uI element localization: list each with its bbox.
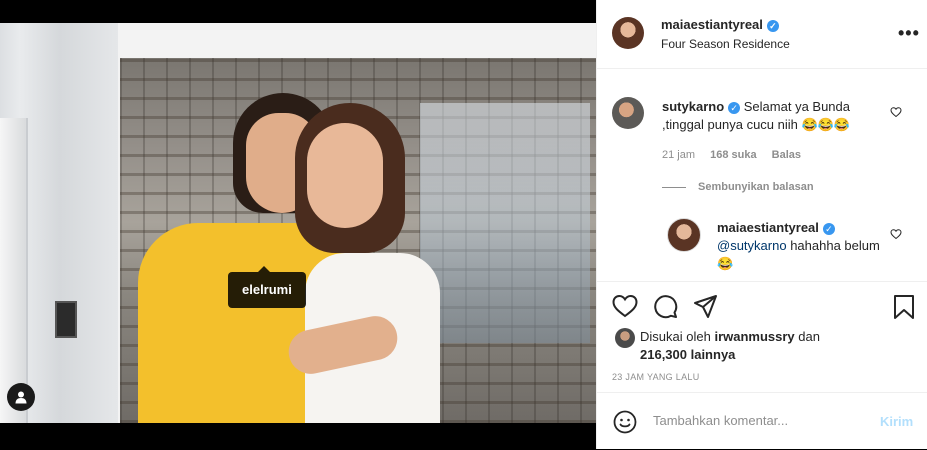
- post-sidebar: maiaestiantyreal ✓ Four Season Residence …: [596, 0, 927, 449]
- post-comment-button[interactable]: Kirim: [880, 414, 913, 429]
- liker-username[interactable]: irwanmussry: [714, 329, 794, 344]
- like-comment-heart-icon[interactable]: [890, 105, 902, 123]
- add-comment-bar: Kirim: [597, 392, 927, 450]
- door: [0, 118, 28, 423]
- commenter-avatar[interactable]: [612, 97, 644, 129]
- user-tag-label[interactable]: elelrumi: [228, 266, 306, 308]
- post-photo[interactable]: [0, 23, 596, 423]
- post-timestamp[interactable]: 23 JAM YANG LALU: [612, 372, 700, 382]
- comment-meta: 21 jam 168 suka Balas: [662, 149, 813, 161]
- person-woman: [285, 103, 445, 423]
- light-switch: [55, 301, 77, 338]
- emoji-smiley-icon[interactable]: [613, 410, 637, 439]
- likes-summary: Disukai oleh irwanmussry dan 216,300 lai…: [640, 328, 820, 364]
- liker-avatar[interactable]: [615, 328, 635, 348]
- author-avatar[interactable]: [612, 17, 644, 49]
- comment: sutykarno ✓ Selamat ya Bunda ,tinggal pun…: [662, 98, 877, 134]
- more-options-icon[interactable]: •••: [898, 24, 920, 42]
- comment-time[interactable]: 21 jam: [662, 149, 695, 161]
- user-icon: [15, 391, 27, 404]
- comments-section: sutykarno ✓ Selamat ya Bunda ,tinggal pun…: [597, 69, 927, 281]
- reply-author-avatar[interactable]: [667, 218, 701, 252]
- hide-replies-button[interactable]: Sembunyikan balasan: [662, 181, 814, 193]
- reply-author-username[interactable]: maiaestiantyreal: [717, 220, 819, 235]
- comment-input[interactable]: [653, 413, 863, 428]
- save-bookmark-icon[interactable]: [893, 294, 915, 325]
- post-location[interactable]: Four Season Residence: [661, 37, 790, 51]
- author-username[interactable]: maiaestiantyreal ✓: [661, 17, 779, 32]
- window-reflection: [420, 103, 590, 343]
- post-actions: Disukai oleh irwanmussry dan 216,300 lai…: [597, 281, 927, 402]
- likes-prefix: Disukai oleh: [640, 329, 711, 344]
- comment-bubble-icon[interactable]: [653, 294, 678, 324]
- share-paper-plane-icon[interactable]: [693, 294, 718, 324]
- verified-badge-icon: ✓: [766, 19, 779, 32]
- reply-mention[interactable]: @sutykarno: [717, 238, 787, 253]
- commenter-username[interactable]: sutykarno: [662, 99, 724, 114]
- like-heart-icon[interactable]: [612, 294, 638, 323]
- reply-button[interactable]: Balas: [772, 149, 801, 161]
- verified-badge-icon: ✓: [728, 101, 741, 114]
- post-photo-pane: elelrumi: [0, 0, 596, 449]
- post-header: maiaestiantyreal ✓ Four Season Residence …: [597, 0, 927, 69]
- user-tags-button[interactable]: [7, 383, 35, 411]
- likes-and: dan: [798, 329, 820, 344]
- likes-count[interactable]: 216,300 lainnya: [640, 347, 735, 362]
- reply-comment: maiaestiantyreal ✓ @sutykarno hahahha bel…: [717, 219, 887, 273]
- verified-badge-icon: ✓: [822, 222, 835, 235]
- like-reply-heart-icon[interactable]: [890, 227, 902, 245]
- comment-like-count[interactable]: 168 suka: [710, 149, 756, 161]
